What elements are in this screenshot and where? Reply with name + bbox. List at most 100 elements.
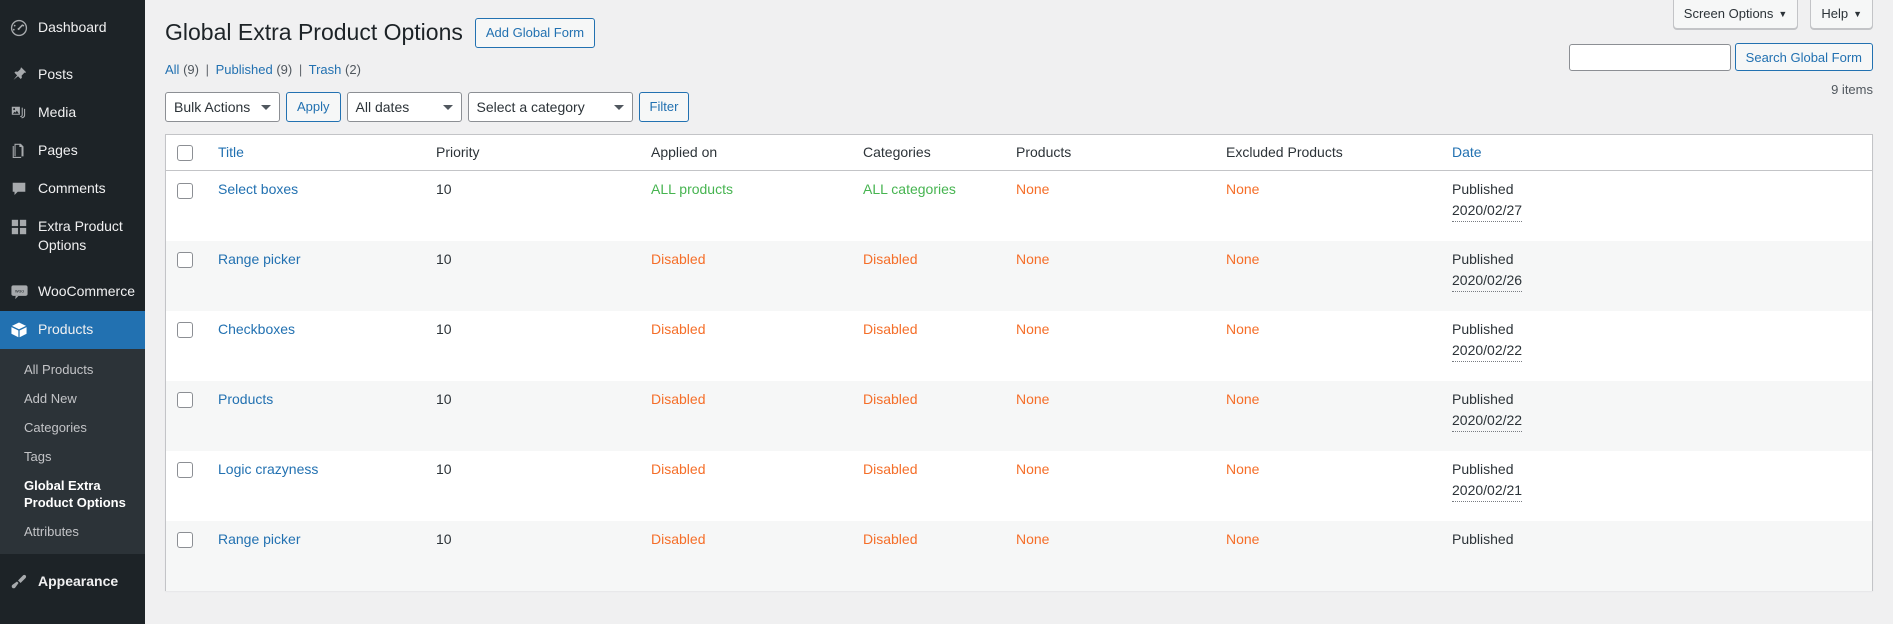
date-filter-select[interactable]: All dates xyxy=(346,91,462,122)
row-select-cell xyxy=(166,380,208,451)
add-global-form-button[interactable]: Add Global Form xyxy=(474,18,596,48)
row-date-cell: Published 2020/02/27 xyxy=(1442,171,1872,241)
column-header-products: Products xyxy=(1006,134,1216,172)
row-excluded-products: None xyxy=(1226,530,1260,547)
table-row: Logic crazyness 10 Disabled Disabled None Non… xyxy=(166,451,1872,521)
dashboard-icon xyxy=(9,18,29,38)
row-priority: 10 xyxy=(436,530,452,547)
row-categories-cell: Disabled xyxy=(853,380,1006,451)
sidebar-item-woocommerce[interactable]: woo WooCommerce xyxy=(0,273,145,311)
status-link-trash[interactable]: Trash xyxy=(309,62,342,77)
sidebar-item-pages[interactable]: Pages xyxy=(0,132,145,170)
search-input[interactable] xyxy=(1568,43,1731,71)
sidebar-item-appearance[interactable]: Appearance xyxy=(0,563,145,601)
table-header-row: Title Priority Applied on Categories Pro… xyxy=(166,134,1872,172)
row-date-value[interactable]: 2020/02/22 xyxy=(1452,410,1523,432)
row-categories-cell: ALL categories xyxy=(853,171,1006,241)
pages-icon xyxy=(9,141,29,161)
status-count-all: (9) xyxy=(183,61,199,77)
row-checkbox[interactable] xyxy=(177,532,193,549)
row-excluded-products-cell: None xyxy=(1216,451,1442,521)
row-products-cell: None xyxy=(1006,311,1216,381)
row-products-cell: None xyxy=(1006,240,1216,311)
row-excluded-products: None xyxy=(1226,181,1260,198)
sort-date-link[interactable]: Date xyxy=(1452,144,1482,160)
sidebar-item-comments[interactable]: Comments xyxy=(0,170,145,208)
sidebar-item-posts[interactable]: Posts xyxy=(0,56,145,94)
submenu-item-categories[interactable]: Categories xyxy=(0,413,145,442)
status-count-trash: (2) xyxy=(345,61,361,77)
sidebar-item-extra-product-options[interactable]: Extra Product Options xyxy=(0,208,145,264)
category-filter-select[interactable]: Select a category xyxy=(467,91,633,122)
search-submit-button[interactable]: Search Global Form xyxy=(1734,43,1873,71)
row-title[interactable]: Products xyxy=(218,391,273,407)
table-body: Select boxes 10 ALL products ALL categories… xyxy=(166,171,1872,591)
status-separator: | xyxy=(205,61,209,77)
screen-meta-links: Screen Options ▼ Help ▼ xyxy=(1672,0,1873,29)
row-excluded-products: None xyxy=(1226,250,1260,267)
row-date-value[interactable]: 2020/02/21 xyxy=(1452,480,1523,502)
row-title-cell: Range picker xyxy=(208,240,426,311)
row-priority-cell: 10 xyxy=(426,520,641,591)
status-separator: | xyxy=(298,61,303,77)
products-box-icon xyxy=(9,320,29,340)
row-applied-on-cell: Disabled xyxy=(641,451,853,521)
wordpress-admin-screen: Dashboard Posts Media Pages Comments Ext… xyxy=(0,0,1893,624)
row-priority-cell: 10 xyxy=(426,451,641,521)
filter-button[interactable]: Filter xyxy=(638,91,690,122)
status-link-published[interactable]: Published xyxy=(216,62,273,77)
row-date-cell: Published 2020/02/22 xyxy=(1442,311,1872,381)
row-title[interactable]: Select boxes xyxy=(218,181,298,197)
select-all-checkbox[interactable] xyxy=(177,145,193,162)
category-filter-value: Select a category xyxy=(476,98,585,115)
screen-options-button[interactable]: Screen Options ▼ xyxy=(1672,0,1799,29)
status-link-all[interactable]: All xyxy=(165,62,179,77)
row-checkbox[interactable] xyxy=(177,392,193,409)
row-title[interactable]: Checkboxes xyxy=(218,321,295,337)
pin-icon xyxy=(9,65,29,85)
apply-button[interactable]: Apply xyxy=(286,91,341,122)
row-applied-on-cell: ALL products xyxy=(641,171,853,241)
row-applied-on: Disabled xyxy=(651,530,706,547)
row-applied-on: Disabled xyxy=(651,250,706,267)
row-checkbox[interactable] xyxy=(177,322,193,339)
admin-sidebar: Dashboard Posts Media Pages Comments Ext… xyxy=(0,0,145,624)
table-filter-bar: Bulk Actions Apply All dates Select a ca… xyxy=(165,91,1893,122)
row-title[interactable]: Range picker xyxy=(218,531,301,547)
media-icon xyxy=(9,103,29,123)
help-button[interactable]: Help ▼ xyxy=(1810,0,1873,29)
row-excluded-products-cell: None xyxy=(1216,171,1442,241)
sidebar-divider xyxy=(0,264,145,273)
bulk-actions-select[interactable]: Bulk Actions xyxy=(165,91,280,122)
row-checkbox[interactable] xyxy=(177,182,193,199)
page-title: Global Extra Product Options xyxy=(165,19,463,45)
submenu-item-add-new[interactable]: Add New xyxy=(0,384,145,413)
help-label: Help xyxy=(1821,6,1849,21)
row-checkbox[interactable] xyxy=(177,252,193,269)
sidebar-item-products[interactable]: Products xyxy=(0,311,145,349)
sidebar-item-label: Products xyxy=(38,321,94,337)
sidebar-item-media[interactable]: Media xyxy=(0,94,145,132)
row-excluded-products-cell: None xyxy=(1216,311,1442,381)
row-date-value[interactable]: 2020/02/27 xyxy=(1452,200,1523,223)
table-row: Select boxes 10 ALL products ALL categories… xyxy=(166,171,1872,241)
search-box: Search Global Form xyxy=(1568,43,1873,71)
row-checkbox[interactable] xyxy=(177,462,193,479)
row-date-value[interactable]: 2020/02/22 xyxy=(1452,340,1523,362)
row-title-cell: Range picker xyxy=(208,520,426,591)
sort-title-link[interactable]: Title xyxy=(218,144,244,160)
sidebar-item-label: Dashboard xyxy=(38,19,107,35)
status-count-published: (9) xyxy=(276,61,293,77)
row-date-value[interactable]: 2020/02/26 xyxy=(1452,270,1523,292)
submenu-item-tags[interactable]: Tags xyxy=(0,442,145,471)
submenu-item-global-extra-product-options[interactable]: Global Extra Product Options xyxy=(0,471,145,517)
sidebar-item-dashboard[interactable]: Dashboard xyxy=(0,9,145,47)
chevron-down-icon xyxy=(442,104,453,110)
row-select-cell xyxy=(166,240,208,311)
row-date-status: Published xyxy=(1452,460,1514,477)
submenu-item-attributes[interactable]: Attributes xyxy=(0,517,145,546)
row-products-cell: None xyxy=(1006,171,1216,241)
submenu-item-all-products[interactable]: All Products xyxy=(0,355,145,384)
row-title[interactable]: Range picker xyxy=(218,251,301,267)
row-title[interactable]: Logic crazyness xyxy=(218,461,318,477)
